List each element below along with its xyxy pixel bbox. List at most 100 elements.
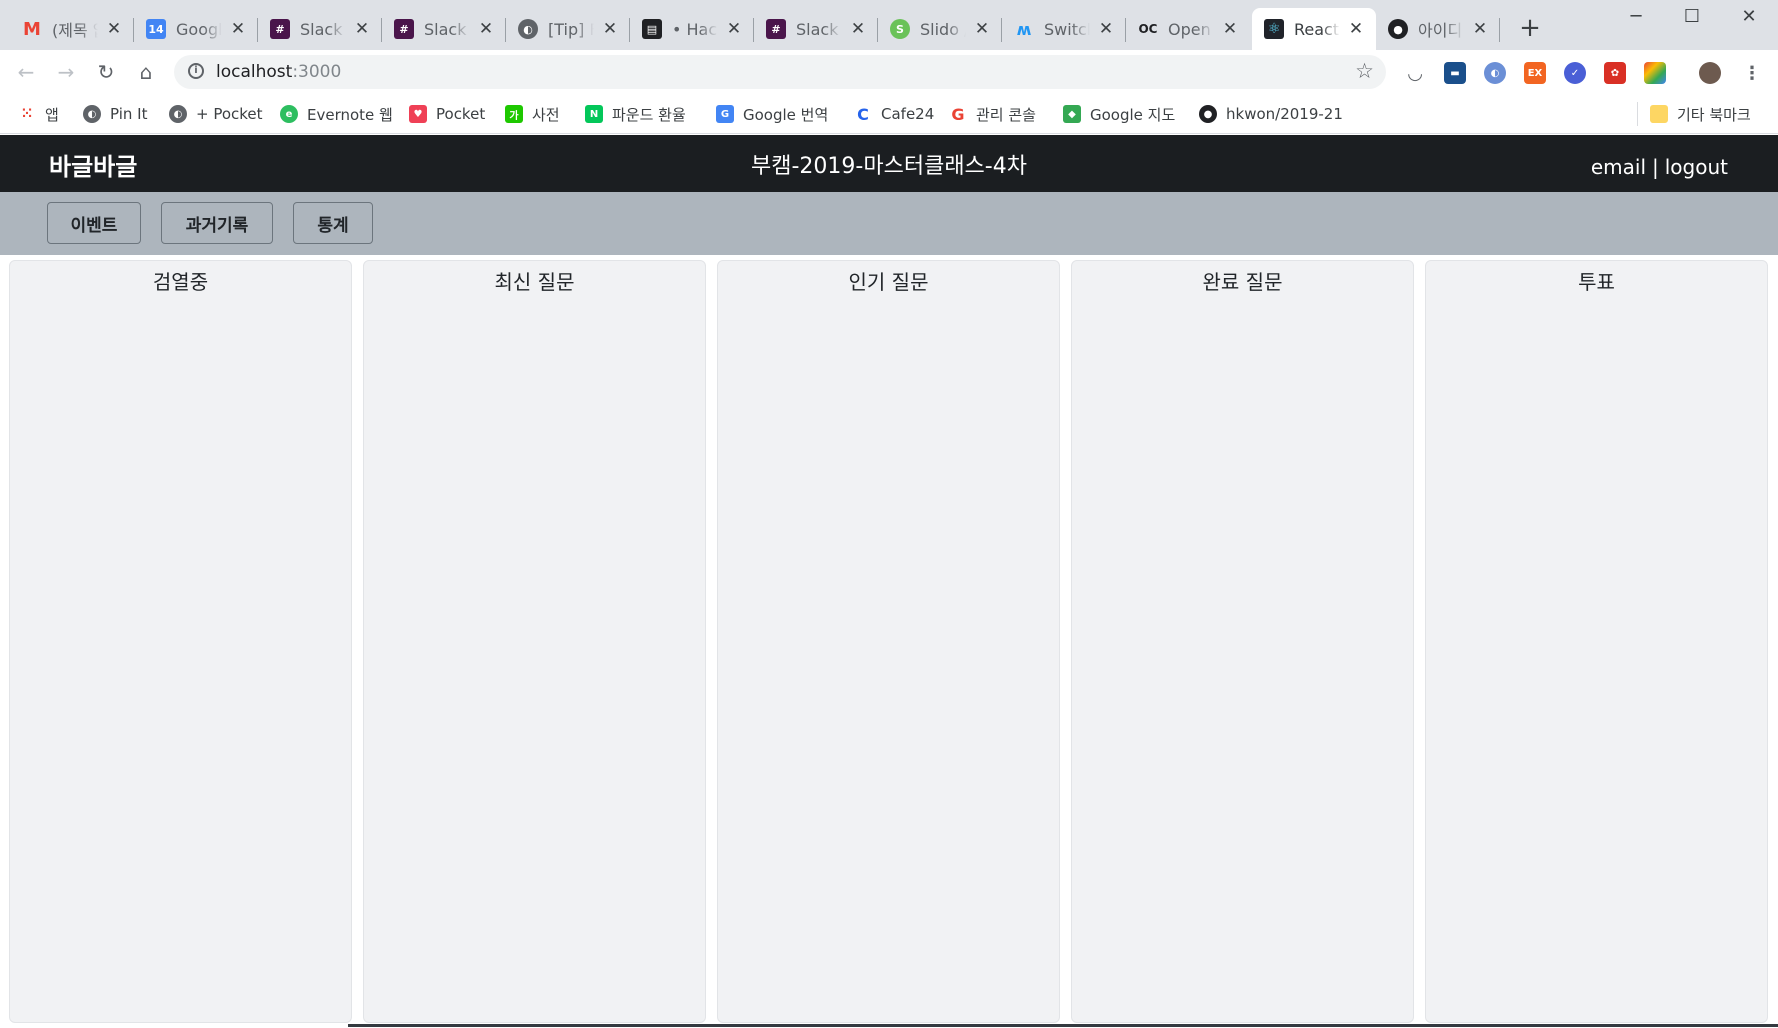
column-title: 최신 질문 (494, 270, 575, 294)
question-board: 검열중 최신 질문 인기 질문 완료 질문 투표 (0, 255, 1778, 1028)
bookmark-add-pocket[interactable]: ◐ + Pocket (169, 102, 263, 126)
tab-title: • Hack (672, 19, 718, 39)
other-bookmarks[interactable]: 기타 북마크 (1637, 102, 1751, 126)
profile-avatar[interactable] (1699, 62, 1721, 84)
url-text[interactable]: localhost:3000 (216, 62, 341, 82)
bookmark-apps[interactable]: ⁙ 앱 (18, 102, 59, 126)
close-icon[interactable]: ✕ (104, 19, 124, 39)
bookmark-star-icon[interactable]: ☆ (1355, 59, 1374, 83)
bookmark-dictionary[interactable]: 가 사전 (505, 102, 560, 126)
bookmark-google-translate[interactable]: G Google 번역 (716, 102, 828, 126)
browser-tab-strip: M (제목 없음) ✕ 14 Google Calendar ✕ # Slack… (0, 0, 1778, 50)
bottom-scroll-indicator (348, 1024, 1778, 1027)
bookmark-label: hkwon/2019-21 (1226, 105, 1343, 123)
history-button[interactable]: 과거기록 (161, 202, 273, 244)
close-icon[interactable]: ✕ (352, 19, 372, 39)
tab-github[interactable]: ● 아이디 ✕ (1376, 8, 1500, 50)
bookmark-cafe24[interactable]: C Cafe24 (854, 102, 934, 126)
tab-title: Slack | (300, 19, 346, 39)
other-bookmarks-label: 기타 북마크 (1677, 105, 1751, 124)
extension-icon[interactable]: ▬ (1444, 62, 1466, 84)
tab-slack-3[interactable]: # Slack | ✕ (754, 8, 878, 50)
bookmark-admin-console[interactable]: G 관리 콘솔 (949, 102, 1036, 126)
bookmark-label: Cafe24 (881, 105, 935, 123)
close-icon[interactable]: ✕ (600, 19, 620, 39)
pocket-icon: ♥ (409, 105, 427, 123)
tab-title: React (1294, 19, 1340, 39)
forward-button[interactable]: → (52, 58, 80, 86)
bookmark-label: 관리 콘솔 (976, 105, 1036, 124)
maximize-button[interactable]: ☐ (1663, 0, 1721, 32)
close-window-button[interactable]: ✕ (1720, 0, 1778, 32)
logout-link[interactable]: logout (1665, 155, 1728, 179)
bookmark-google-maps[interactable]: ◆ Google 지도 (1063, 102, 1175, 126)
color-extension-icon[interactable] (1644, 62, 1666, 84)
bookmark-label: Pin It (110, 105, 148, 123)
close-icon[interactable]: ✕ (1470, 19, 1490, 39)
tab-slack-2[interactable]: # Slack | ✕ (382, 8, 506, 50)
check-extension-icon[interactable]: ✓ (1564, 62, 1586, 84)
tab-separator (1499, 18, 1500, 42)
extension-icon[interactable]: ✿ (1604, 62, 1626, 84)
email-link[interactable]: email (1591, 155, 1646, 179)
separator: | (1652, 155, 1659, 179)
browser-toolbar: ← → ↻ ⌂ i localhost:3000 ☆ (0, 50, 1778, 94)
close-icon[interactable]: ✕ (1220, 19, 1240, 39)
apps-grid-icon: ⁙ (21, 106, 33, 122)
site-info-icon[interactable]: i (188, 63, 204, 79)
tab-google-calendar[interactable]: 14 Google Calendar ✕ (134, 8, 258, 50)
globe-icon: ◐ (169, 105, 187, 123)
close-icon[interactable]: ✕ (1096, 19, 1116, 39)
bookmarks-bar: ⁙ 앱 ◐ Pin It ◐ + Pocket e Evernote 웹 ♥ P… (0, 94, 1778, 134)
bookmark-pocket[interactable]: ♥ Pocket (409, 102, 485, 126)
tab-tip[interactable]: ◐ [Tip] F ✕ (506, 8, 630, 50)
extension-icon[interactable]: ◐ (1484, 62, 1506, 84)
address-bar[interactable]: i localhost:3000 ☆ (174, 55, 1386, 89)
minimize-button[interactable]: ─ (1607, 0, 1665, 32)
close-icon[interactable]: ✕ (724, 19, 744, 39)
home-button[interactable]: ⌂ (132, 58, 160, 86)
github-icon: ● (1199, 105, 1217, 123)
bookmark-label: 사전 (532, 105, 560, 124)
ex-extension-icon[interactable]: EX (1524, 62, 1546, 84)
bookmark-label: 앱 (45, 105, 59, 124)
bookmark-pin-it[interactable]: ◐ Pin It (83, 102, 147, 126)
tab-title: Open (1168, 19, 1211, 39)
event-title: 부캠-2019-마스터클래스-4차 (751, 154, 1027, 179)
bookmark-label: 파운드 환율 (612, 105, 686, 124)
back-button[interactable]: ← (12, 58, 40, 86)
close-icon[interactable]: ✕ (228, 19, 248, 39)
more-menu-icon[interactable]: ⋮ (1741, 62, 1763, 84)
tab-title: Slack | (796, 19, 842, 39)
event-button[interactable]: 이벤트 (47, 202, 141, 244)
user-menu: email | logout (1591, 155, 1728, 179)
close-icon[interactable]: ✕ (1346, 19, 1366, 39)
folder-icon (1650, 105, 1668, 123)
bookmark-github-repo[interactable]: ● hkwon/2019-21 (1199, 102, 1343, 126)
close-icon[interactable]: ✕ (848, 19, 868, 39)
close-icon[interactable]: ✕ (972, 19, 992, 39)
tab-gmail[interactable]: M (제목 없음) ✕ (10, 8, 134, 50)
tab-title: (제목 없음) (52, 21, 98, 40)
tab-slido[interactable]: S Slido / ✕ (878, 8, 1002, 50)
reload-button[interactable]: ↻ (92, 58, 120, 86)
bookmark-evernote[interactable]: e Evernote 웹 (280, 102, 393, 126)
column-title: 검열중 (152, 270, 209, 294)
new-tab-button[interactable]: + (1516, 13, 1544, 43)
url-host: localhost (216, 62, 293, 82)
switch-icon: ʍ (1016, 19, 1032, 39)
tab-slack-1[interactable]: # Slack | ✕ (258, 8, 382, 50)
close-icon[interactable]: ✕ (476, 19, 496, 39)
tab-switch[interactable]: ʍ Switch ✕ (1002, 8, 1126, 50)
stats-button[interactable]: 통계 (293, 202, 373, 244)
url-port: :3000 (292, 62, 342, 82)
cafe24-icon: C (857, 104, 869, 124)
pocket-extension-icon[interactable]: ◡ (1404, 62, 1426, 84)
bookmark-label: Google 번역 (743, 105, 829, 124)
column-title: 완료 질문 (1202, 270, 1283, 294)
calendar-icon: 14 (146, 19, 166, 39)
tab-hackmd[interactable]: ▤ • Hack ✕ (630, 8, 754, 50)
tab-open[interactable]: OC Open ✕ (1126, 8, 1250, 50)
bookmark-exchange-rate[interactable]: N 파운드 환율 (585, 102, 686, 126)
tab-react-active[interactable]: ⚛ React ✕ (1252, 8, 1376, 50)
